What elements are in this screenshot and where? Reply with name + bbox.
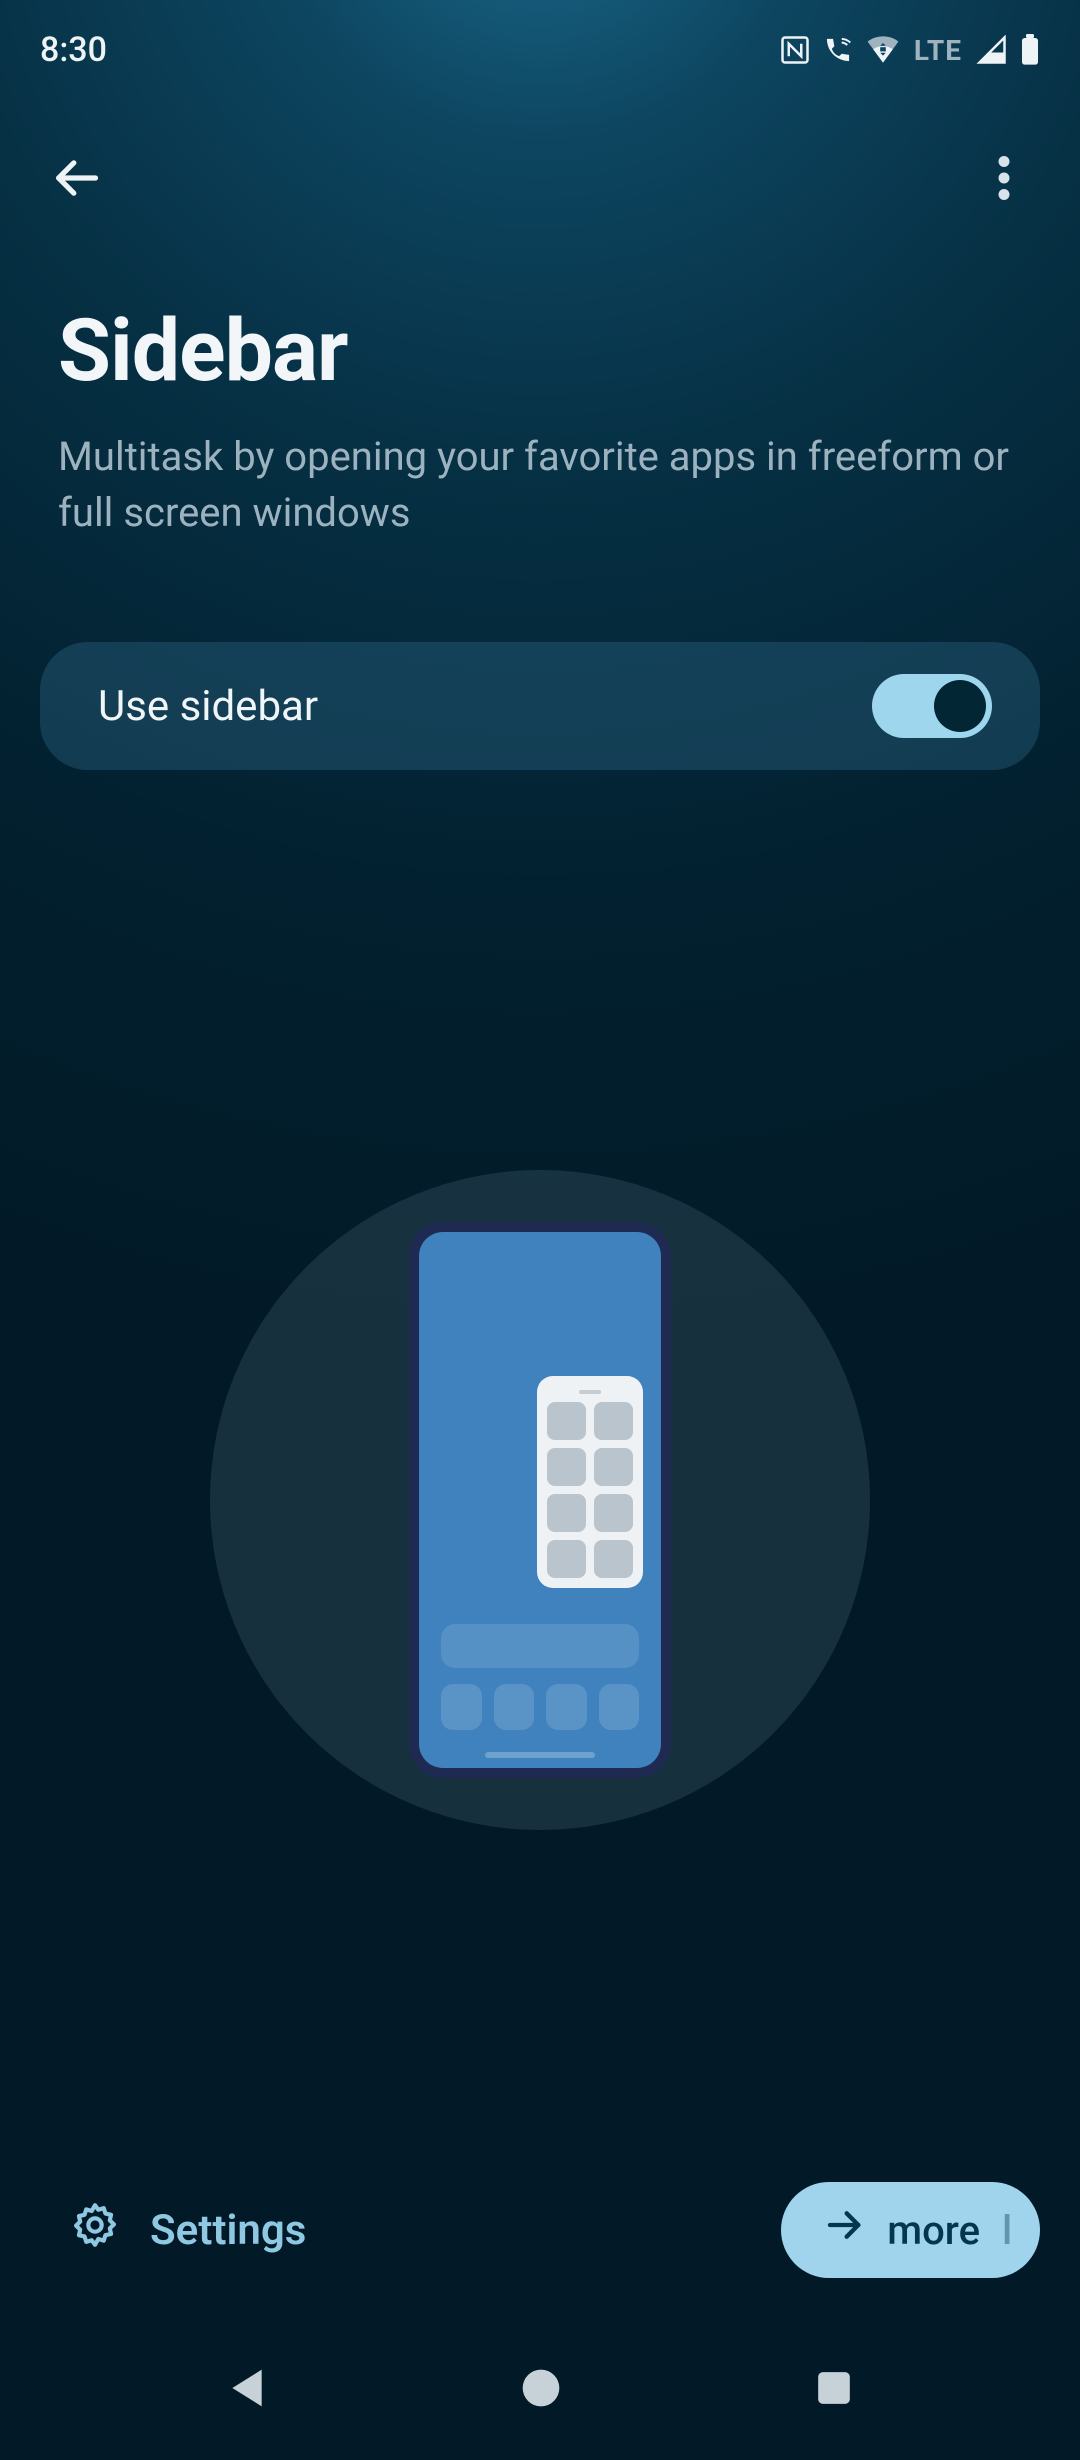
illustration	[0, 1170, 1080, 1830]
footer-row: Settings more l	[70, 2182, 1040, 2278]
back-button[interactable]	[36, 140, 116, 220]
wifi-calling-icon	[822, 35, 854, 65]
network-label: LTE	[914, 34, 962, 67]
use-sidebar-toggle[interactable]	[872, 674, 992, 738]
dock-row-illustration	[441, 1684, 639, 1730]
more-label: more	[887, 2207, 980, 2254]
nav-back-button[interactable]	[227, 2366, 267, 2414]
settings-label: Settings	[150, 2206, 306, 2255]
nfc-icon	[780, 35, 810, 65]
system-nav-bar	[0, 2320, 1080, 2460]
arrow-left-icon	[50, 152, 102, 208]
app-bar	[0, 130, 1080, 230]
status-time: 8:30	[40, 30, 107, 70]
illustration-circle	[210, 1170, 870, 1830]
arrow-right-icon	[825, 2205, 865, 2255]
gear-icon	[70, 2200, 120, 2261]
more-truncation-hint: l	[1002, 2182, 1016, 2278]
phone-screen	[419, 1232, 661, 1768]
dock-search-illustration	[441, 1624, 639, 1668]
wifi-icon	[866, 36, 900, 64]
status-bar: 8:30 LTE	[0, 0, 1080, 100]
status-icons: LTE	[780, 34, 1040, 67]
page-title: Sidebar	[58, 300, 1022, 401]
more-button[interactable]: more l	[781, 2182, 1040, 2278]
overflow-menu-button[interactable]	[964, 140, 1044, 220]
more-vert-icon	[998, 156, 1010, 204]
phone-illustration	[409, 1222, 671, 1778]
nav-home-button[interactable]	[521, 2368, 561, 2412]
home-indicator-illustration	[485, 1752, 595, 1758]
nav-recents-button[interactable]	[815, 2369, 853, 2411]
page-subtitle: Multitask by opening your favorite apps …	[58, 429, 1022, 541]
sidebar-panel-illustration	[537, 1376, 643, 1588]
battery-icon	[1020, 34, 1040, 66]
signal-icon	[976, 35, 1008, 65]
use-sidebar-row[interactable]: Use sidebar	[40, 642, 1040, 770]
settings-link[interactable]: Settings	[70, 2200, 306, 2261]
page-header: Sidebar Multitask by opening your favori…	[58, 300, 1022, 541]
use-sidebar-label: Use sidebar	[98, 682, 318, 731]
